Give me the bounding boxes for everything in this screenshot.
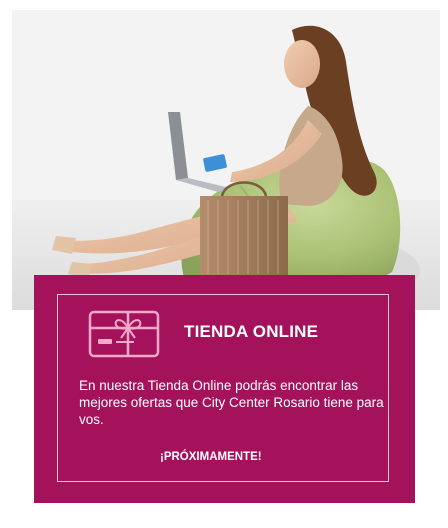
promo-section: TIENDA ONLINE En nuestra Tienda Online p… <box>0 0 448 528</box>
woman-shopping-online-image <box>12 10 440 310</box>
card-title: TIENDA ONLINE <box>184 322 319 341</box>
card-description: En nuestra Tienda Online podrás encontra… <box>79 378 384 427</box>
tienda-online-card: TIENDA ONLINE En nuestra Tienda Online p… <box>34 275 415 503</box>
photo-illustration <box>12 10 440 310</box>
gift-card-icon <box>88 310 160 358</box>
proximamente-link[interactable]: ¡PRÓXIMAMENTE! <box>160 451 262 463</box>
